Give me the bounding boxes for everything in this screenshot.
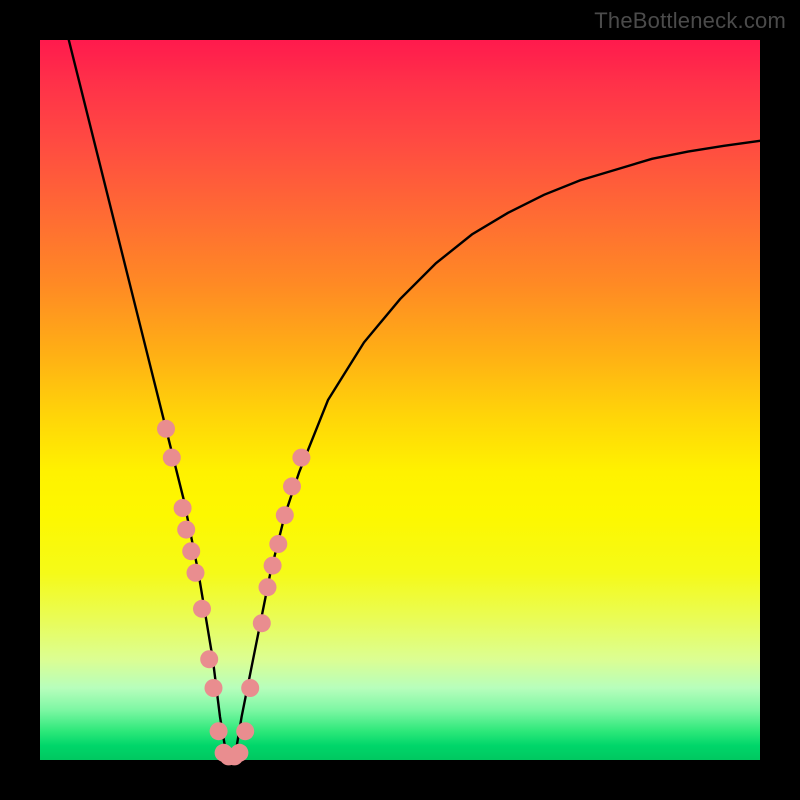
marker-dot xyxy=(200,650,218,668)
chart-frame: TheBottleneck.com xyxy=(0,0,800,800)
marker-dot xyxy=(264,557,282,575)
marker-dot xyxy=(230,744,248,762)
marker-dot xyxy=(157,420,175,438)
marker-dot xyxy=(163,449,181,467)
marker-dot xyxy=(276,506,294,524)
marker-dot xyxy=(210,722,228,740)
plot-area xyxy=(40,40,760,760)
marker-dot xyxy=(177,521,195,539)
marker-dot xyxy=(193,600,211,618)
marker-dot xyxy=(253,614,271,632)
marker-dot xyxy=(259,578,277,596)
marker-dot xyxy=(241,679,259,697)
marker-dot xyxy=(205,679,223,697)
marker-dot xyxy=(174,499,192,517)
marker-dot xyxy=(283,477,301,495)
bottleneck-curve xyxy=(69,40,760,760)
highlight-markers xyxy=(157,420,310,766)
marker-dot xyxy=(182,542,200,560)
marker-dot xyxy=(236,722,254,740)
marker-dot xyxy=(269,535,287,553)
watermark-label: TheBottleneck.com xyxy=(594,8,786,34)
marker-dot xyxy=(187,564,205,582)
marker-dot xyxy=(292,449,310,467)
chart-svg xyxy=(40,40,760,760)
